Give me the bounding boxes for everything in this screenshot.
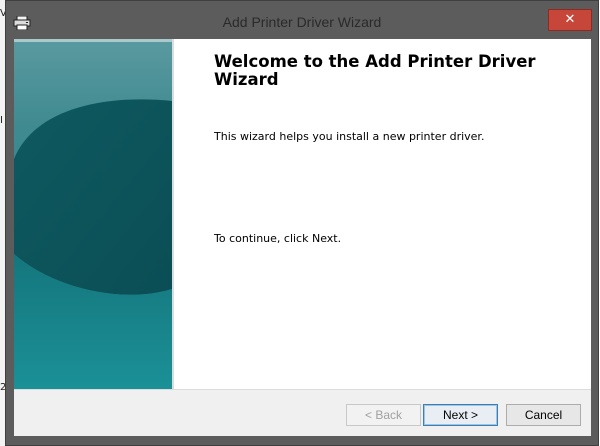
desktop-mark: I: [0, 115, 3, 126]
back-button[interactable]: < Back: [346, 404, 421, 426]
title-bar[interactable]: Add Printer Driver Wizard ✕: [6, 1, 598, 39]
next-button[interactable]: Next >: [423, 404, 498, 426]
wizard-banner-image: [14, 39, 172, 389]
wizard-intro-text: This wizard helps you install a new prin…: [214, 130, 485, 143]
wizard-client-area: Welcome to the Add Printer Driver Wizard…: [14, 39, 591, 436]
wizard-window: Add Printer Driver Wizard ✕ Welcome to t…: [5, 0, 599, 446]
close-button[interactable]: ✕: [548, 9, 592, 31]
button-bar: < Back Next > Cancel: [14, 389, 591, 436]
panel-divider: [172, 39, 174, 389]
wizard-heading: Welcome to the Add Printer Driver Wizard: [214, 52, 536, 89]
cancel-button[interactable]: Cancel: [506, 404, 581, 426]
wizard-content: Welcome to the Add Printer Driver Wizard…: [214, 39, 591, 389]
window-title: Add Printer Driver Wizard: [222, 14, 382, 30]
wizard-instruction-text: To continue, click Next.: [214, 232, 342, 245]
